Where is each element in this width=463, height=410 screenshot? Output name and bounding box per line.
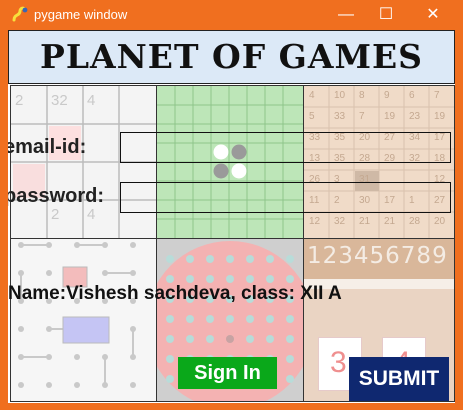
author-credit: Name:Vishesh sachdeva, class: XII A (8, 283, 342, 304)
number-cell: 4 (309, 90, 315, 101)
header-banner: PLANET OF GAMES (8, 30, 455, 84)
password-input[interactable] (121, 183, 454, 214)
email-label: email-id: (8, 136, 87, 158)
number-cell: 5 (309, 111, 315, 122)
window-title: pygame window (34, 7, 128, 22)
number-cell: 21 (384, 216, 396, 227)
tile-number: 4 (87, 92, 96, 109)
number-cell: 20 (434, 216, 446, 227)
number-cell: 9 (384, 90, 390, 101)
number-cell: 28 (409, 216, 421, 227)
submit-button[interactable]: SUBMIT (349, 357, 449, 401)
minimize-button[interactable]: — (326, 0, 366, 30)
page-title: PLANET OF GAMES (40, 37, 423, 76)
number-cell: 32 (334, 216, 346, 227)
tile-dots-boxes-thumbnail (10, 238, 157, 402)
game-canvas[interactable]: PLANET OF GAMES 2 32 4 4 2 4 10 8 9 6 7 … (8, 30, 455, 403)
number-cell: 6 (409, 90, 415, 101)
pygame-snake-icon (12, 6, 28, 22)
number-cell: 8 (359, 90, 365, 101)
tile-number: 2 (15, 92, 24, 109)
maximize-button[interactable]: ☐ (366, 0, 406, 30)
number-cell: 7 (434, 90, 440, 101)
card-number: 3 (330, 346, 347, 379)
number-strip: 123456789 (304, 239, 454, 279)
tile-number: 32 (51, 92, 68, 109)
number-strip-digits: 123456789 (307, 243, 448, 269)
dots-boxes-graphic (18, 242, 136, 388)
email-input[interactable] (121, 133, 454, 164)
number-cell: 19 (434, 111, 446, 122)
number-cell: 10 (334, 90, 346, 101)
close-button[interactable]: ✕ (413, 0, 453, 30)
password-label: password: (8, 185, 105, 207)
number-cell: 7 (359, 111, 365, 122)
number-cell: 33 (334, 111, 346, 122)
number-cell: 19 (384, 111, 396, 122)
email-field[interactable] (120, 132, 454, 164)
number-cell: 12 (309, 216, 321, 227)
tile-number: 2 (51, 206, 60, 223)
number-cell: 21 (359, 216, 371, 227)
sign-in-button[interactable]: Sign In (178, 357, 277, 389)
tile-number: 4 (87, 206, 96, 223)
password-field[interactable] (120, 182, 454, 214)
window-titlebar[interactable]: pygame window — ☐ ✕ (0, 0, 463, 30)
number-cell: 23 (409, 111, 421, 122)
